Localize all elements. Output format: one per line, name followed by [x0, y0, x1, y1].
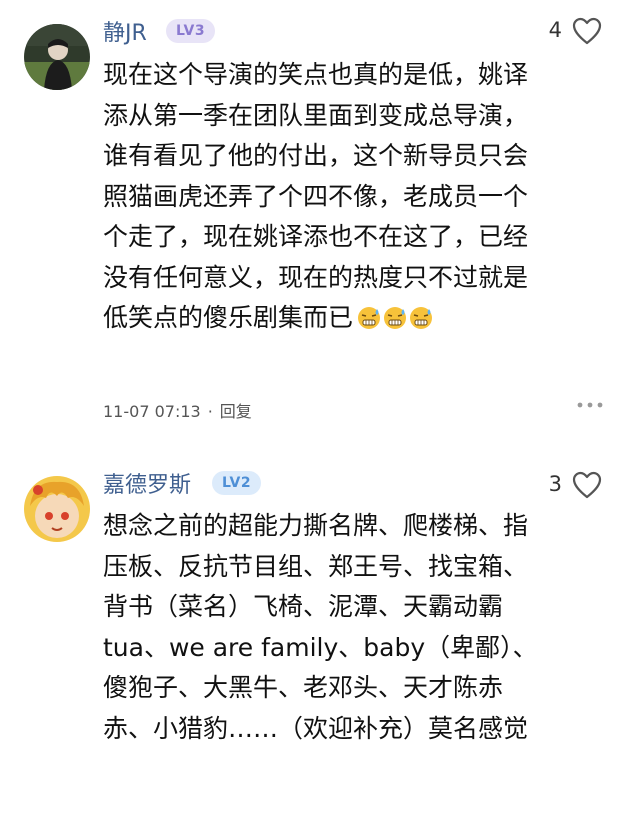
- comment-line: 傻狍子、大黑牛、老邓头、天才陈赤: [103, 673, 504, 702]
- comment-line: 赤、小猎豹……（欢迎补充）莫名感觉: [103, 713, 529, 743]
- username[interactable]: 嘉德罗斯: [103, 467, 191, 499]
- comment-line: 添从第一季在团队里面到变成总导演，: [103, 100, 529, 130]
- avatar[interactable]: [24, 24, 90, 90]
- reply-button[interactable]: 回复: [220, 402, 252, 421]
- comment-line: 现在这个导演的笑点也真的是低，姚译: [103, 60, 529, 89]
- meta-separator: ·: [207, 402, 213, 421]
- comment-line: 谁有看见了他的付出，这个新导员只会: [103, 141, 529, 170]
- emoji-group: [357, 302, 435, 343]
- more-dots-icon[interactable]: [576, 401, 604, 409]
- like-count: 4: [548, 18, 562, 42]
- comment-text: 想念之前的超能力撕名牌、爬楼梯、指 压板、反抗节目组、郑王号、找宝箱、 背书（菜…: [103, 506, 603, 749]
- comment-meta: 11-07 07:13 · 回复: [103, 398, 252, 422]
- comment-item: 嘉德罗斯 LV2 3 想念之前的超能力撕名牌、爬楼梯、指 压板、反抗节目组、郑王…: [0, 440, 632, 815]
- comment-line: 压板、反抗节目组、郑王号、找宝箱、: [103, 551, 529, 581]
- grimacing-sweat-emoji-icon: [384, 307, 407, 329]
- heart-icon[interactable]: [572, 471, 602, 499]
- comment-line: 想念之前的超能力撕名牌、爬楼梯、指: [103, 511, 529, 540]
- avatar[interactable]: [24, 476, 90, 542]
- comment-line: 背书（菜名）飞椅、泥潭、天霸动霸: [103, 592, 504, 621]
- like-count: 3: [548, 472, 562, 496]
- comment-line: 没有任何意义，现在的热度只不过就是: [103, 262, 529, 292]
- comment-line: 照猫画虎还弄了个四不像，老成员一个: [103, 181, 529, 211]
- comment-text: 现在这个导演的笑点也真的是低，姚译 添从第一季在团队里面到变成总导演， 谁有看见…: [103, 55, 603, 343]
- level-badge: LV3: [166, 19, 216, 43]
- comment-line: 个走了，现在姚译添也不在这了，已经: [103, 222, 529, 251]
- grimacing-sweat-emoji-icon: [358, 307, 381, 329]
- comment-line-last: 低笑点的傻乐剧集而已: [103, 298, 603, 343]
- comment-item: 静JR LV3 4 现在这个导演的笑点也真的是低，姚译 添从第一季在团队里面到变…: [0, 0, 632, 440]
- comment-line: tua、we are family、baby（卑鄙）、: [103, 632, 538, 662]
- level-badge: LV2: [212, 471, 262, 495]
- username[interactable]: 静JR: [103, 15, 147, 47]
- timestamp: 11-07 07:13: [103, 402, 201, 421]
- grimacing-sweat-emoji-icon: [410, 307, 433, 329]
- heart-icon[interactable]: [572, 17, 602, 45]
- comment-line-text: 低笑点的傻乐剧集而已: [103, 303, 354, 332]
